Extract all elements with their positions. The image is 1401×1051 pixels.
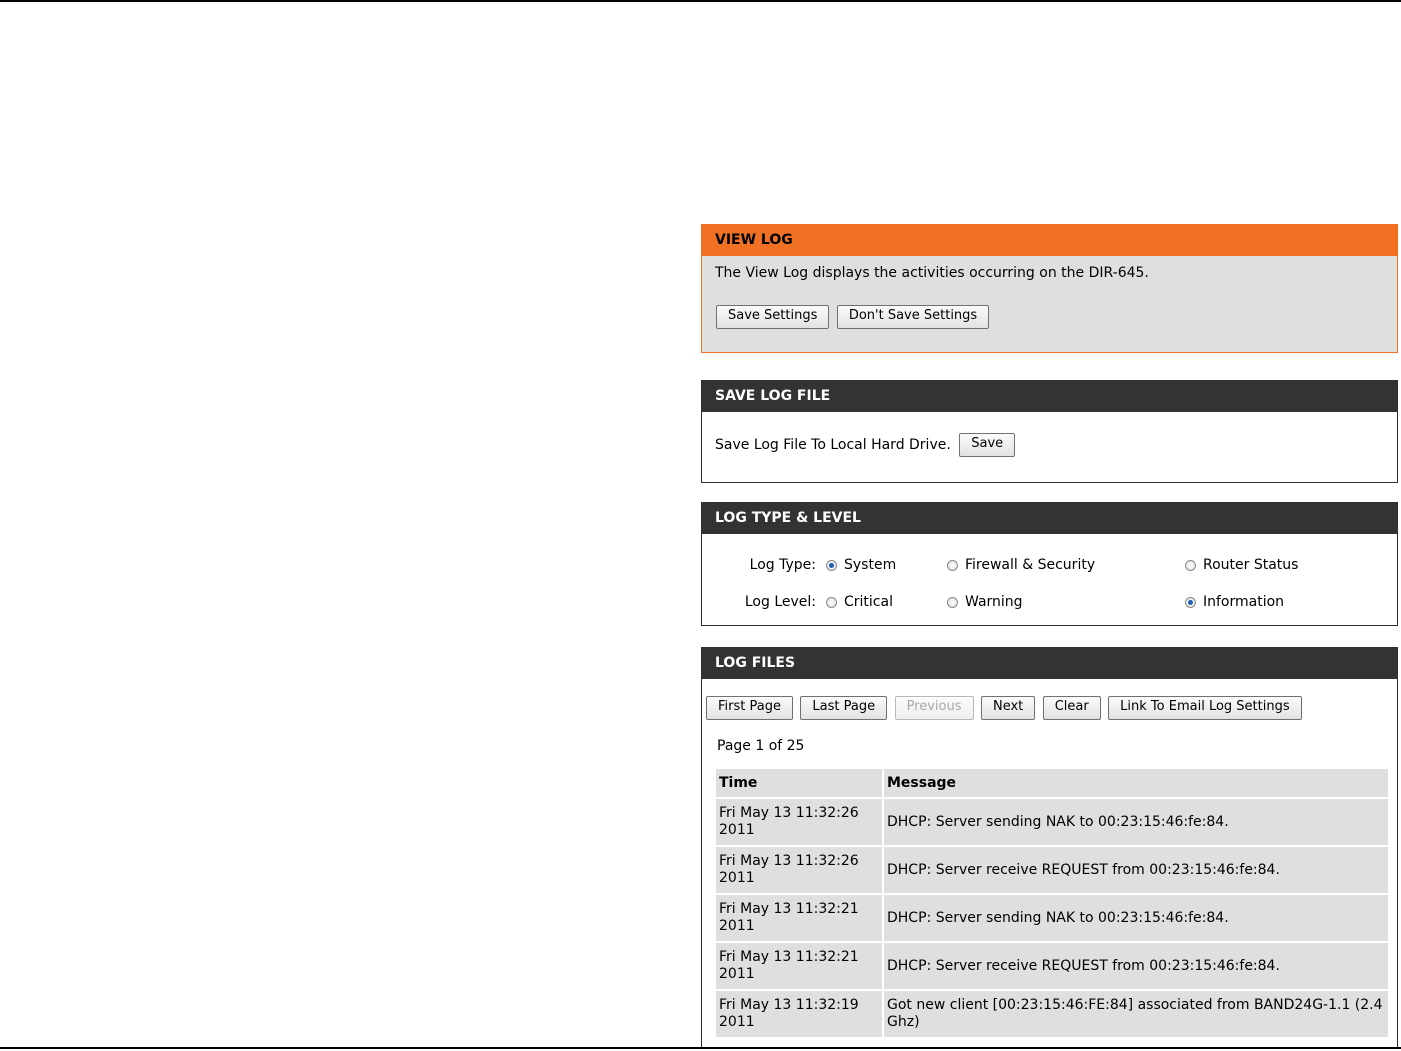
save-log-file-title: SAVE LOG FILE xyxy=(702,381,1397,412)
message-column-header: Message xyxy=(884,769,1388,797)
log-type-label: Log Type: xyxy=(749,557,816,573)
log-message: DHCP: Server sending NAK to 00:23:15:46:… xyxy=(884,799,1388,845)
view-log-description: The View Log displays the activities occ… xyxy=(715,265,1149,281)
save-log-file-panel: SAVE LOG FILE Save Log File To Local Har… xyxy=(701,380,1398,483)
log-time: Fri May 13 11:32:26 2011 xyxy=(716,847,882,893)
radio-selected-icon xyxy=(826,559,837,571)
log-files-title: LOG FILES xyxy=(702,648,1397,679)
save-log-file-label: Save Log File To Local Hard Drive. xyxy=(715,437,951,453)
first-page-button[interactable]: First Page xyxy=(706,696,793,720)
log-type-system-radio[interactable]: System xyxy=(826,553,896,577)
log-time: Fri May 13 11:32:19 2011 xyxy=(716,991,882,1037)
log-time: Fri May 13 11:32:26 2011 xyxy=(716,799,882,845)
log-level-warning-radio[interactable]: Warning xyxy=(947,590,1023,614)
view-log-panel: VIEW LOG The View Log displays the activ… xyxy=(701,224,1398,353)
log-files-panel: LOG FILES First Page Last Page Previous … xyxy=(701,647,1398,1047)
log-level-information-radio[interactable]: Information xyxy=(1185,590,1284,614)
top-divider xyxy=(0,0,1401,2)
table-row: Fri May 13 11:32:26 2011 DHCP: Server se… xyxy=(716,799,1388,845)
radio-unselected-icon xyxy=(947,596,958,608)
log-type-level-title: LOG TYPE & LEVEL xyxy=(702,503,1397,534)
next-button[interactable]: Next xyxy=(980,696,1036,720)
log-type-system-label: System xyxy=(844,557,897,573)
log-time: Fri May 13 11:32:21 2011 xyxy=(716,943,882,989)
save-log-button[interactable]: Save xyxy=(959,433,1016,457)
log-message: DHCP: Server receive REQUEST from 00:23:… xyxy=(884,943,1388,989)
log-type-firewall-radio[interactable]: Firewall & Security xyxy=(947,553,1095,577)
table-header-row: Time Message xyxy=(716,769,1388,797)
page-info: Page 1 of 25 xyxy=(717,738,805,754)
last-page-button[interactable]: Last Page xyxy=(800,696,888,720)
time-column-header: Time xyxy=(716,769,882,797)
radio-unselected-icon xyxy=(947,559,958,571)
log-time: Fri May 13 11:32:21 2011 xyxy=(716,895,882,941)
log-type-level-panel: LOG TYPE & LEVEL Log Type: System Firewa… xyxy=(701,502,1398,626)
log-message: DHCP: Server sending NAK to 00:23:15:46:… xyxy=(884,895,1388,941)
table-row: Fri May 13 11:32:21 2011 DHCP: Server se… xyxy=(716,895,1388,941)
log-level-information-label: Information xyxy=(1203,594,1285,610)
save-settings-button[interactable]: Save Settings xyxy=(716,305,830,329)
log-level-row: Log Level: Critical Warning Information xyxy=(702,590,1397,614)
log-type-row: Log Type: System Firewall & Security Rou… xyxy=(702,553,1397,577)
log-level-critical-radio[interactable]: Critical xyxy=(826,590,893,614)
log-type-firewall-label: Firewall & Security xyxy=(965,557,1096,573)
clear-button[interactable]: Clear xyxy=(1042,696,1101,720)
radio-selected-icon xyxy=(1185,596,1196,608)
previous-button[interactable]: Previous xyxy=(894,696,974,720)
log-level-warning-label: Warning xyxy=(965,594,1023,610)
dont-save-settings-button[interactable]: Don't Save Settings xyxy=(836,305,990,329)
table-row: Fri May 13 11:32:19 2011 Got new client … xyxy=(716,991,1388,1037)
bottom-divider xyxy=(0,1047,1401,1049)
log-type-router-status-label: Router Status xyxy=(1203,557,1299,573)
view-log-title: VIEW LOG xyxy=(702,225,1397,256)
log-type-router-status-radio[interactable]: Router Status xyxy=(1185,553,1298,577)
log-message: DHCP: Server receive REQUEST from 00:23:… xyxy=(884,847,1388,893)
log-table: Time Message Fri May 13 11:32:26 2011 DH… xyxy=(714,767,1390,1039)
radio-unselected-icon xyxy=(1185,559,1196,571)
table-row: Fri May 13 11:32:21 2011 DHCP: Server re… xyxy=(716,943,1388,989)
link-to-email-log-settings-button[interactable]: Link To Email Log Settings xyxy=(1108,696,1302,720)
log-level-critical-label: Critical xyxy=(844,594,893,610)
table-row: Fri May 13 11:32:26 2011 DHCP: Server re… xyxy=(716,847,1388,893)
log-level-label: Log Level: xyxy=(744,594,816,610)
radio-unselected-icon xyxy=(826,596,837,608)
log-message: Got new client [00:23:15:46:FE:84] assoc… xyxy=(884,991,1388,1037)
